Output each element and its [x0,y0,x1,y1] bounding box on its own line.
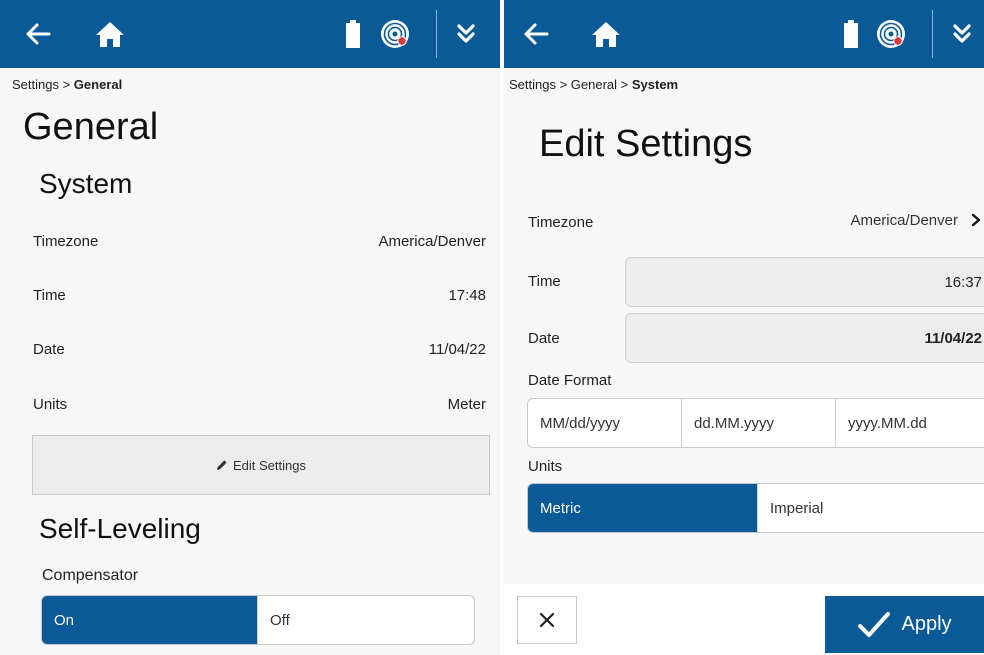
units-label: Units [33,396,68,413]
units-selector: Metric Imperial [527,483,984,533]
battery-indicator [838,0,864,68]
more-menu-button[interactable] [446,0,486,68]
time-label: Time [33,287,66,304]
date-format-option-mdy[interactable]: MM/dd/yyyy [528,399,682,447]
compensator-on-option[interactable]: On [42,596,257,644]
top-app-bar [0,0,500,68]
checkmark-icon [858,611,891,637]
target-sensor-icon [877,20,905,48]
toolbar-divider [436,10,437,58]
breadcrumb-parent[interactable]: Settings > [12,77,74,92]
apply-label: Apply [901,613,952,635]
battery-icon [346,20,360,48]
breadcrumb-current: General [73,77,123,92]
timezone-label: Timezone [528,214,594,231]
home-button[interactable] [586,0,626,68]
home-icon [96,22,124,47]
chevron-right-icon [971,213,981,227]
edit-settings-screen: Settings > General > System Edit Setting… [504,0,984,655]
page-title: Edit Settings [539,123,753,165]
compensator-off-option[interactable]: Off [257,596,474,644]
time-input[interactable]: 16:37 [625,257,984,307]
pencil-icon [217,460,227,470]
timezone-value: America/Denver [378,233,486,250]
top-app-bar [504,0,984,68]
general-settings-screen: Settings > General General System Timezo… [0,0,500,655]
cancel-button[interactable] [517,596,577,644]
units-value: Meter [447,396,486,413]
date-format-option-dmy[interactable]: dd.MM.yyyy [682,399,836,447]
more-menu-button[interactable] [942,0,982,68]
date-input[interactable]: 11/04/22 [625,313,984,363]
breadcrumb-current: System [631,77,679,92]
time-value: 16:37 [944,273,982,291]
apply-button[interactable]: Apply [825,596,984,653]
close-icon [539,612,555,628]
compensator-label: Compensator [42,567,139,584]
system-section-title: System [39,168,133,199]
page-title: General [23,106,159,148]
back-button[interactable] [516,0,556,68]
toolbar-divider [932,10,933,58]
timezone-label: Timezone [33,233,99,250]
target-sensor-button[interactable] [377,0,413,68]
time-value: 17:48 [448,287,486,304]
back-arrow-icon [26,23,51,45]
time-label: Time [528,273,561,290]
edit-settings-label: Edit Settings [233,457,306,473]
home-icon [592,22,620,47]
date-format-label: Date Format [528,372,612,389]
battery-indicator [340,0,366,68]
compensator-toggle: On Off [41,595,475,645]
date-label: Date [33,341,65,358]
date-label: Date [528,330,560,347]
battery-icon [844,20,858,48]
target-sensor-button[interactable] [873,0,909,68]
breadcrumb: Settings > General [12,77,122,92]
edit-settings-button[interactable]: Edit Settings [32,435,490,495]
date-format-selector: MM/dd/yyyy dd.MM.yyyy yyyy.MM.dd [527,398,984,448]
target-sensor-icon [381,20,409,48]
units-option-imperial[interactable]: Imperial [757,484,984,532]
bottom-action-bar: Apply [504,584,984,655]
back-button[interactable] [18,0,58,68]
date-value: 11/04/22 [924,329,982,347]
double-chevron-down-icon [953,24,971,43]
date-value: 11/04/22 [428,341,486,358]
timezone-selector[interactable]: America/Denver [850,205,982,235]
date-format-option-ymd[interactable]: yyyy.MM.dd [836,399,984,447]
breadcrumb-parent[interactable]: Settings > General > [509,77,632,92]
home-button[interactable] [90,0,130,68]
breadcrumb: Settings > General > System [509,77,678,92]
units-label: Units [528,458,563,475]
double-chevron-down-icon [457,24,475,43]
timezone-value: America/Denver [850,211,958,229]
units-option-metric[interactable]: Metric [528,484,757,532]
back-arrow-icon [524,23,549,45]
self-leveling-section-title: Self-Leveling [39,513,201,544]
